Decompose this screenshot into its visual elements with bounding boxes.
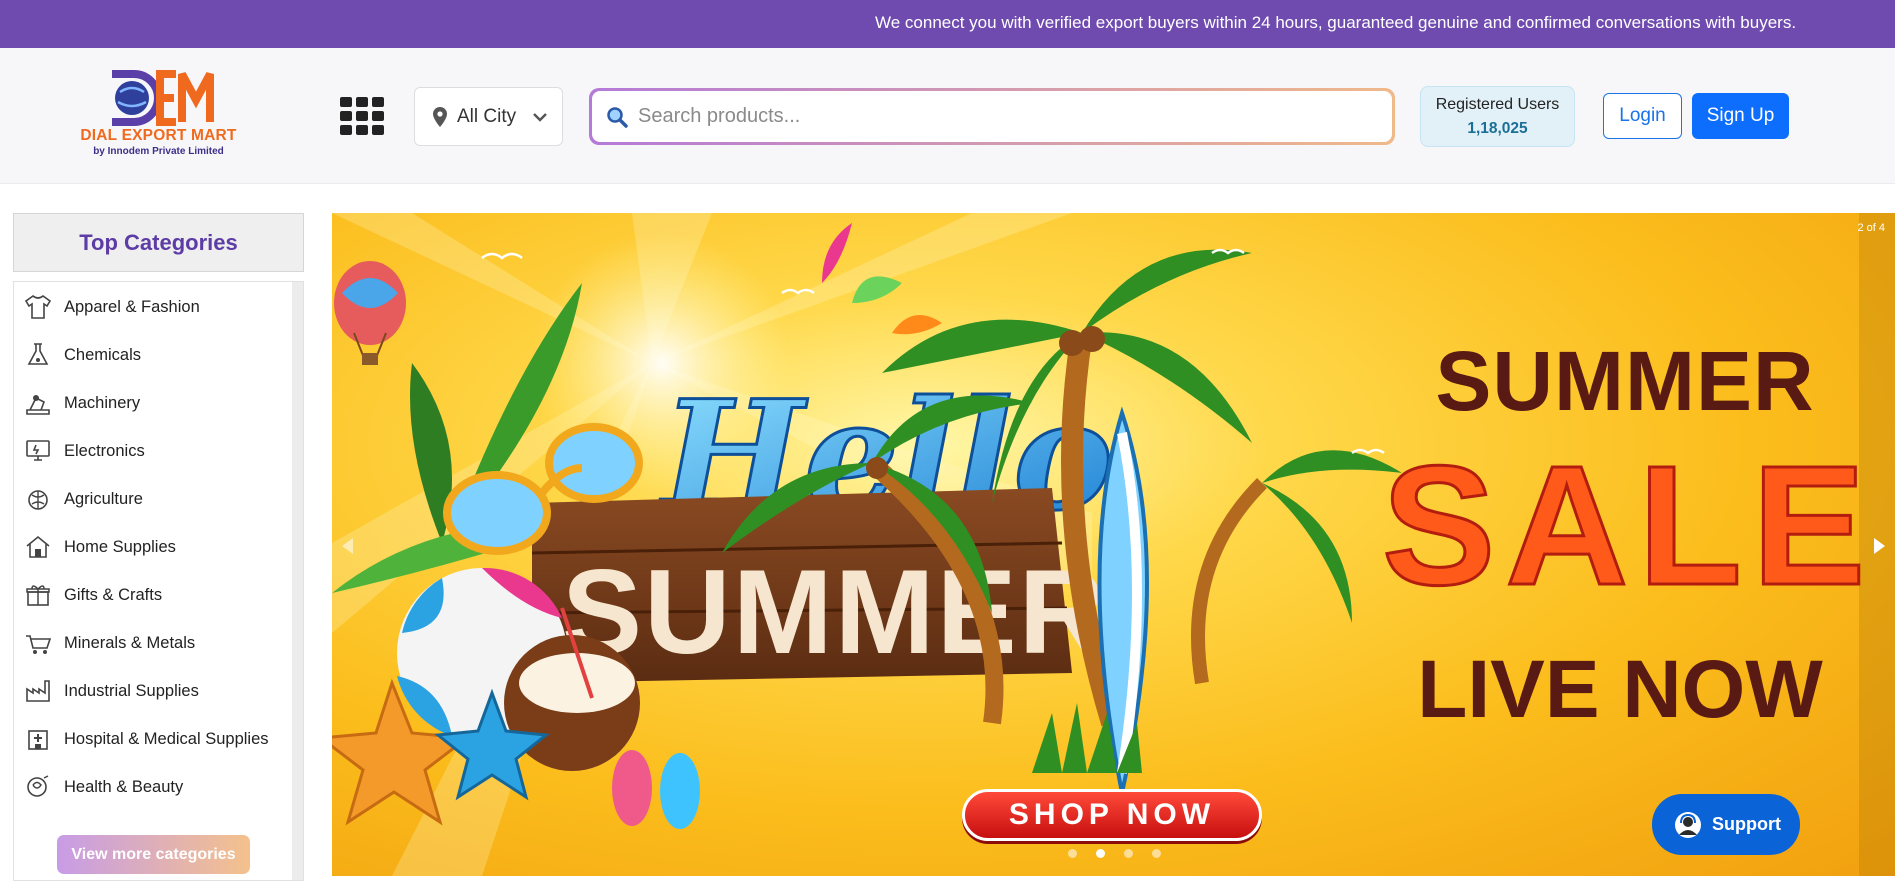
category-label: Industrial Supplies bbox=[64, 681, 199, 700]
support-agent-icon bbox=[1675, 811, 1701, 838]
banner-summer-sign-text: SUMMER bbox=[562, 545, 1107, 679]
cart-icon bbox=[26, 635, 52, 654]
carousel-next-arrow-icon[interactable] bbox=[1874, 538, 1885, 554]
signup-button[interactable]: Sign Up bbox=[1692, 93, 1789, 139]
category-item-agriculture[interactable]: Agriculture bbox=[24, 477, 284, 521]
registered-users-label: Registered Users bbox=[1435, 96, 1560, 113]
flask-icon bbox=[27, 343, 49, 365]
carousel-dot[interactable] bbox=[1068, 849, 1077, 858]
category-label: Machinery bbox=[64, 393, 141, 412]
carousel-dot[interactable] bbox=[1124, 849, 1133, 858]
grid-dot bbox=[340, 97, 352, 107]
registered-users-badge: Registered Users 1,18,025 bbox=[1420, 86, 1575, 147]
category-item-gifts-crafts[interactable]: Gifts & Crafts bbox=[24, 573, 284, 617]
search-box bbox=[589, 88, 1395, 145]
hero-banner-carousel[interactable]: Hello SUMMER 2 of 4 SUMMER SALE LIVE NOW… bbox=[332, 213, 1895, 876]
category-item-machinery[interactable]: Machinery bbox=[24, 381, 284, 425]
search-icon bbox=[607, 106, 628, 128]
category-item-health-beauty[interactable]: Health & Beauty bbox=[24, 765, 284, 809]
support-button[interactable]: Support bbox=[1652, 794, 1800, 855]
gift-icon bbox=[26, 585, 50, 606]
banner-headline-summer: SUMMER bbox=[1435, 334, 1815, 428]
category-item-industrial-supplies[interactable]: Industrial Supplies bbox=[24, 669, 284, 713]
hospital-icon bbox=[28, 730, 48, 750]
category-label: Apparel & Fashion bbox=[64, 297, 200, 316]
site-header: DIAL EXPORT MART by Innodem Private Limi… bbox=[0, 48, 1895, 184]
carousel-dot[interactable] bbox=[1152, 849, 1161, 858]
categories-sidebar: Top Categories Apparel & Fashion Chemica… bbox=[13, 213, 304, 881]
slide-counter: 2 of 4 bbox=[1857, 222, 1885, 234]
grid-dot bbox=[372, 97, 384, 107]
category-label: Health & Beauty bbox=[64, 777, 184, 796]
electronics-icon bbox=[26, 440, 50, 461]
category-label: Agriculture bbox=[64, 489, 143, 508]
city-select-label: All City bbox=[457, 105, 517, 127]
banner-headline-sale: SALE bbox=[1381, 431, 1876, 621]
sidebar-title: Top Categories bbox=[13, 213, 304, 272]
logo-title: DIAL EXPORT MART bbox=[80, 127, 237, 144]
login-button[interactable]: Login bbox=[1603, 93, 1682, 139]
grid-dot bbox=[356, 111, 368, 121]
location-pin-icon bbox=[433, 106, 447, 127]
category-label: Electronics bbox=[64, 441, 145, 460]
category-item-hospital-medical[interactable]: Hospital & Medical Supplies bbox=[24, 717, 284, 761]
home-icon bbox=[26, 535, 50, 558]
sidebar-scrollbar[interactable] bbox=[292, 282, 303, 880]
category-item-electronics[interactable]: Electronics bbox=[24, 429, 284, 473]
search-input[interactable] bbox=[638, 105, 1338, 128]
category-item-minerals-metals[interactable]: Minerals & Metals bbox=[24, 621, 284, 665]
registered-users-count: 1,18,025 bbox=[1467, 120, 1528, 137]
grid-dot bbox=[356, 125, 368, 135]
logo-mark-icon bbox=[112, 70, 214, 126]
grid-dot bbox=[340, 111, 352, 121]
grid-dot bbox=[340, 125, 352, 135]
category-label: Home Supplies bbox=[64, 537, 176, 556]
category-list: Apparel & Fashion Chemicals Machinery El… bbox=[13, 281, 304, 881]
city-select[interactable]: All City bbox=[414, 87, 563, 146]
beauty-icon bbox=[27, 775, 49, 797]
category-item-home-supplies[interactable]: Home Supplies bbox=[24, 525, 284, 569]
categories-menu-button[interactable] bbox=[340, 97, 386, 137]
support-label: Support bbox=[1712, 814, 1781, 834]
carousel-prev-arrow-icon[interactable] bbox=[342, 538, 353, 554]
carousel-dot-active[interactable] bbox=[1096, 849, 1105, 858]
category-label: Gifts & Crafts bbox=[64, 585, 163, 604]
grid-dot bbox=[372, 111, 384, 121]
category-label: Hospital & Medical Supplies bbox=[64, 729, 269, 748]
logo-subtitle: by Innodem Private Limited bbox=[93, 146, 224, 157]
site-logo[interactable]: DIAL EXPORT MART by Innodem Private Limi… bbox=[66, 70, 251, 160]
shirt-icon bbox=[24, 294, 52, 319]
agriculture-icon bbox=[28, 490, 48, 510]
search-inner bbox=[592, 91, 1392, 142]
category-label: Chemicals bbox=[64, 345, 142, 364]
promo-bar: We connect you with verified export buye… bbox=[0, 0, 1895, 48]
carousel-dots bbox=[1068, 849, 1161, 858]
factory-icon bbox=[26, 680, 50, 702]
banner-headline-live-now: LIVE NOW bbox=[1417, 644, 1823, 735]
machinery-icon bbox=[26, 395, 50, 415]
view-more-categories-button[interactable]: View more categories bbox=[57, 835, 250, 874]
category-label: Minerals & Metals bbox=[64, 633, 196, 652]
category-item-apparel[interactable]: Apparel & Fashion bbox=[24, 285, 284, 329]
promo-message: We connect you with verified export buye… bbox=[875, 13, 1797, 32]
chevron-down-icon bbox=[533, 112, 547, 122]
grid-dot bbox=[372, 125, 384, 135]
shop-now-button[interactable]: SHOP NOW bbox=[962, 789, 1262, 841]
category-item-chemicals[interactable]: Chemicals bbox=[24, 333, 284, 377]
grid-dot bbox=[356, 97, 368, 107]
